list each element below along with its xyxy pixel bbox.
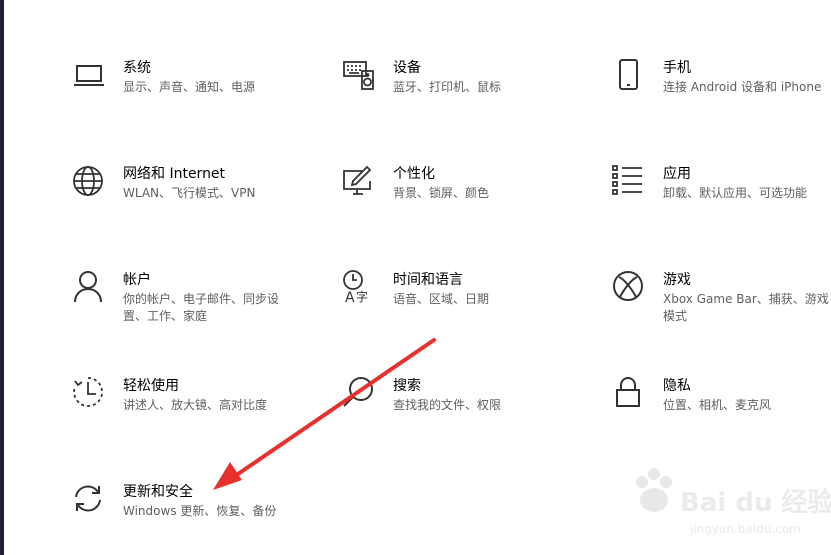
settings-tile-phone[interactable]: 手机 连接 Android 设备和 iPhone bbox=[612, 58, 822, 128]
tile-title: 游戏 bbox=[663, 272, 691, 288]
phone-icon bbox=[612, 58, 646, 92]
tile-title: 网络和 Internet bbox=[123, 166, 226, 182]
svg-text:字: 字 bbox=[356, 289, 368, 304]
time-language-icon: A 字 bbox=[342, 270, 376, 304]
tile-title: 系统 bbox=[123, 60, 151, 76]
tile-title: 隐私 bbox=[663, 378, 691, 394]
settings-tile-ease-of-access[interactable]: 轻松使用 讲述人、放大镜、高对比度 bbox=[72, 376, 282, 446]
tile-title: 搜索 bbox=[393, 378, 421, 394]
lock-icon bbox=[612, 376, 646, 410]
settings-tile-accounts[interactable]: 帐户 你的帐户、电子邮件、同步设置、工作、家庭 bbox=[72, 270, 282, 340]
tile-desc: 位置、相机、麦克风 bbox=[663, 398, 772, 412]
app-list-icon bbox=[612, 164, 646, 198]
tile-desc: 连接 Android 设备和 iPhone bbox=[663, 80, 822, 94]
tile-desc: 查找我的文件、权限 bbox=[393, 398, 502, 412]
watermark-url: jingyan.baidu.com bbox=[690, 522, 801, 536]
settings-tile-privacy[interactable]: 隐私 位置、相机、麦克风 bbox=[612, 376, 822, 446]
tile-desc: 语音、区域、日期 bbox=[393, 292, 490, 306]
settings-tile-search[interactable]: 搜索 查找我的文件、权限 bbox=[342, 376, 552, 446]
svg-text:A: A bbox=[345, 290, 355, 304]
tile-title: 个性化 bbox=[393, 166, 435, 182]
ease-of-access-icon bbox=[72, 376, 106, 410]
xbox-icon bbox=[612, 270, 646, 304]
settings-tile-personalization[interactable]: 个性化 背景、锁屏、颜色 bbox=[342, 164, 552, 234]
settings-tile-gaming[interactable]: 游戏 Xbox Game Bar、捕获、游戏模式 bbox=[612, 270, 829, 340]
paint-monitor-icon bbox=[342, 164, 376, 198]
person-icon bbox=[72, 270, 106, 304]
tile-title: 帐户 bbox=[123, 272, 151, 288]
tile-desc: 蓝牙、打印机、鼠标 bbox=[393, 80, 502, 94]
settings-tile-system[interactable]: 系统 显示、声音、通知、电源 bbox=[72, 58, 282, 128]
tile-title: 手机 bbox=[663, 60, 691, 76]
search-icon bbox=[342, 376, 376, 410]
laptop-icon bbox=[72, 58, 106, 92]
baidu-watermark: Bai du 经验 jingyan.baidu.com bbox=[630, 462, 831, 548]
settings-tile-network[interactable]: 网络和 Internet WLAN、飞行模式、VPN bbox=[72, 164, 282, 234]
tile-desc: 讲述人、放大镜、高对比度 bbox=[123, 398, 268, 412]
globe-icon bbox=[72, 164, 106, 198]
tile-desc: 卸载、默认应用、可选功能 bbox=[663, 186, 808, 200]
window-left-edge bbox=[0, 0, 4, 555]
settings-tile-devices[interactable]: 设备 蓝牙、打印机、鼠标 bbox=[342, 58, 552, 128]
tile-desc: WLAN、飞行模式、VPN bbox=[123, 186, 256, 200]
tile-desc: Xbox Game Bar、捕获、游戏模式 bbox=[663, 292, 829, 323]
settings-tile-update-security[interactable]: 更新和安全 Windows 更新、恢复、备份 bbox=[72, 482, 282, 552]
tile-title: 设备 bbox=[393, 60, 421, 76]
settings-tile-apps[interactable]: 应用 卸载、默认应用、可选功能 bbox=[612, 164, 822, 234]
tile-desc: 显示、声音、通知、电源 bbox=[123, 80, 256, 94]
tile-title: 更新和安全 bbox=[123, 484, 193, 500]
tile-title: 轻松使用 bbox=[123, 378, 179, 394]
tile-title: 应用 bbox=[663, 166, 691, 182]
tile-desc: 你的帐户、电子邮件、同步设置、工作、家庭 bbox=[123, 292, 280, 323]
settings-tile-time-language[interactable]: A 字 时间和语言 语音、区域、日期 bbox=[342, 270, 552, 340]
tile-desc: Windows 更新、恢复、备份 bbox=[123, 504, 277, 518]
tile-title: 时间和语言 bbox=[393, 272, 463, 288]
watermark-brand: Bai du 经验 bbox=[680, 488, 831, 518]
tile-desc: 背景、锁屏、颜色 bbox=[393, 186, 490, 200]
sync-icon bbox=[72, 482, 106, 516]
paw-logo bbox=[636, 468, 672, 512]
keyboard-speaker-icon bbox=[342, 58, 376, 92]
